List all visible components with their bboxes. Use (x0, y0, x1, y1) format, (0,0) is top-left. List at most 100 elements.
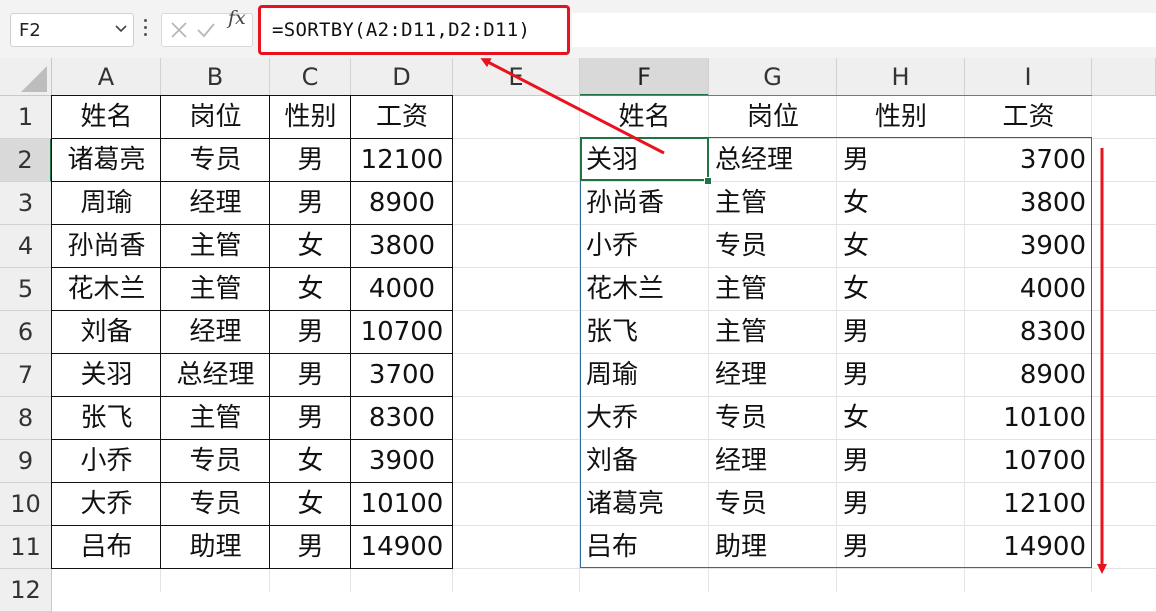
column-header-blank[interactable] (1092, 58, 1156, 96)
column-header-f[interactable]: F (580, 58, 709, 96)
source-cell[interactable]: 男 (270, 397, 351, 440)
active-cell-f2[interactable] (580, 137, 709, 181)
source-cell[interactable]: 3700 (351, 354, 453, 397)
source-cell[interactable]: 助理 (161, 526, 270, 569)
column-header-g[interactable]: G (709, 58, 837, 96)
more-options-icon[interactable] (143, 19, 149, 41)
sorted-cell[interactable]: 男 (837, 139, 965, 182)
sorted-cell[interactable]: 男 (837, 354, 965, 397)
source-cell[interactable]: 专员 (161, 139, 270, 182)
source-cell[interactable]: 经理 (161, 182, 270, 225)
source-header-cell[interactable]: 姓名 (52, 96, 161, 139)
sorted-cell[interactable]: 女 (837, 225, 965, 268)
source-cell[interactable]: 诸葛亮 (52, 139, 161, 182)
sorted-cell[interactable]: 专员 (709, 397, 837, 440)
sorted-cell[interactable]: 吕布 (580, 526, 709, 569)
sorted-cell[interactable]: 10700 (965, 440, 1092, 483)
formula-bar-field[interactable] (572, 13, 1156, 47)
name-box[interactable]: F2 (10, 13, 134, 47)
source-cell[interactable]: 主管 (161, 397, 270, 440)
source-cell[interactable]: 女 (270, 268, 351, 311)
source-cell[interactable]: 主管 (161, 225, 270, 268)
source-cell[interactable]: 8900 (351, 182, 453, 225)
source-header-cell[interactable]: 性别 (270, 96, 351, 139)
row-header-11[interactable]: 11 (0, 526, 52, 569)
row-header-4[interactable]: 4 (0, 225, 52, 268)
cancel-icon[interactable] (170, 21, 188, 39)
sorted-cell[interactable]: 孙尚香 (580, 182, 709, 225)
column-header-e[interactable]: E (453, 58, 580, 96)
sorted-cell[interactable]: 14900 (965, 526, 1092, 569)
column-header-a[interactable]: A (52, 58, 161, 96)
source-cell[interactable]: 小乔 (52, 440, 161, 483)
column-header-h[interactable]: H (837, 58, 965, 96)
sorted-cell[interactable]: 花木兰 (580, 268, 709, 311)
source-cell[interactable]: 女 (270, 483, 351, 526)
source-header-cell[interactable]: 工资 (351, 96, 453, 139)
function-icon[interactable]: fx (228, 7, 246, 29)
sorted-cell[interactable]: 刘备 (580, 440, 709, 483)
source-cell[interactable]: 大乔 (52, 483, 161, 526)
source-cell[interactable]: 关羽 (52, 354, 161, 397)
sorted-header-cell[interactable]: 工资 (965, 96, 1092, 139)
source-cell[interactable]: 刘备 (52, 311, 161, 354)
source-cell[interactable]: 孙尚香 (52, 225, 161, 268)
formula-input[interactable]: =SORTBY(A2:D11,D2:D11) (272, 19, 530, 41)
source-cell[interactable]: 花木兰 (52, 268, 161, 311)
sorted-cell[interactable]: 大乔 (580, 397, 709, 440)
row-header-3[interactable]: 3 (0, 182, 52, 225)
sorted-cell[interactable]: 男 (837, 311, 965, 354)
source-cell[interactable]: 周瑜 (52, 182, 161, 225)
source-cell[interactable]: 10100 (351, 483, 453, 526)
sorted-cell[interactable]: 10100 (965, 397, 1092, 440)
source-cell[interactable]: 经理 (161, 311, 270, 354)
sorted-cell[interactable]: 助理 (709, 526, 837, 569)
sorted-cell[interactable]: 3800 (965, 182, 1092, 225)
source-cell[interactable]: 女 (270, 440, 351, 483)
sorted-cell[interactable]: 4000 (965, 268, 1092, 311)
source-cell[interactable]: 男 (270, 526, 351, 569)
sorted-cell[interactable]: 总经理 (709, 139, 837, 182)
source-cell[interactable]: 总经理 (161, 354, 270, 397)
source-cell[interactable]: 男 (270, 311, 351, 354)
sorted-cell[interactable]: 8300 (965, 311, 1092, 354)
sorted-cell[interactable]: 男 (837, 526, 965, 569)
source-cell[interactable]: 女 (270, 225, 351, 268)
sorted-cell[interactable]: 男 (837, 483, 965, 526)
row-header-12[interactable]: 12 (0, 569, 52, 612)
sorted-cell[interactable]: 3700 (965, 139, 1092, 182)
source-cell[interactable]: 张飞 (52, 397, 161, 440)
sorted-cell[interactable]: 经理 (709, 440, 837, 483)
row-header-7[interactable]: 7 (0, 354, 52, 397)
sorted-cell[interactable]: 周瑜 (580, 354, 709, 397)
source-cell[interactable]: 专员 (161, 440, 270, 483)
sorted-cell[interactable]: 诸葛亮 (580, 483, 709, 526)
sorted-header-cell[interactable]: 性别 (837, 96, 965, 139)
sorted-header-cell[interactable]: 岗位 (709, 96, 837, 139)
source-cell[interactable]: 8300 (351, 397, 453, 440)
source-cell[interactable]: 专员 (161, 483, 270, 526)
source-cell[interactable]: 男 (270, 139, 351, 182)
source-cell[interactable]: 14900 (351, 526, 453, 569)
sorted-cell[interactable]: 女 (837, 182, 965, 225)
confirm-icon[interactable] (196, 21, 216, 39)
row-header-5[interactable]: 5 (0, 268, 52, 311)
sorted-cell[interactable]: 主管 (709, 268, 837, 311)
source-cell[interactable]: 3800 (351, 225, 453, 268)
row-header-6[interactable]: 6 (0, 311, 52, 354)
row-header-8[interactable]: 8 (0, 397, 52, 440)
column-header-i[interactable]: I (965, 58, 1092, 96)
sorted-cell[interactable]: 3900 (965, 225, 1092, 268)
source-header-cell[interactable]: 岗位 (161, 96, 270, 139)
source-cell[interactable]: 10700 (351, 311, 453, 354)
column-header-b[interactable]: B (161, 58, 270, 96)
column-header-c[interactable]: C (270, 58, 351, 96)
row-header-2[interactable]: 2 (0, 139, 52, 182)
sorted-cell[interactable]: 张飞 (580, 311, 709, 354)
source-cell[interactable]: 男 (270, 354, 351, 397)
sorted-cell[interactable]: 8900 (965, 354, 1092, 397)
sorted-cell[interactable]: 专员 (709, 225, 837, 268)
source-cell[interactable]: 3900 (351, 440, 453, 483)
sorted-cell[interactable]: 主管 (709, 182, 837, 225)
sorted-cell[interactable]: 经理 (709, 354, 837, 397)
